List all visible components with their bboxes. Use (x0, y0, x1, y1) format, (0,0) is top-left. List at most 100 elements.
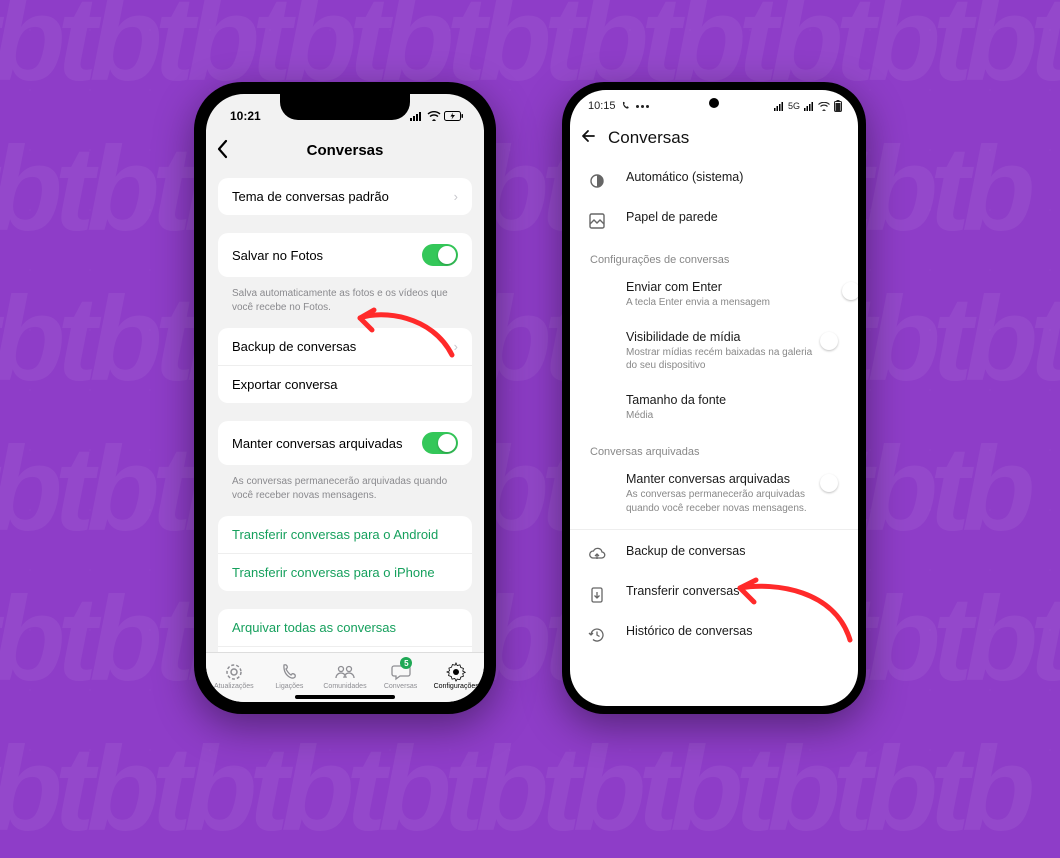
row-auto-mode[interactable]: Automático (sistema) (570, 160, 858, 200)
bg-watermark: tbtbtbtbtbtbtbtbtbtbtbtb (0, 270, 1060, 408)
tab-label: Configurações (434, 683, 479, 690)
wifi-icon (818, 102, 830, 111)
bg-watermark: tbtbtbtbtbtbtbtbtbtbtbtb (0, 120, 1027, 258)
ios-clock: 10:21 (230, 109, 261, 123)
arrow-left-icon (580, 127, 598, 145)
row-desc: As conversas permanecerão arquivadas qua… (626, 488, 820, 515)
tab-updates[interactable]: Atualizações (206, 653, 262, 698)
card-archived: Manter conversas arquivadas (218, 421, 472, 465)
row-enter-send[interactable]: Enviar com Enter A tecla Enter envia a m… (570, 270, 858, 320)
row-export-conversa[interactable]: Exportar conversa (218, 365, 472, 403)
tab-settings[interactable]: Configurações (428, 653, 484, 698)
page-title: Conversas (608, 128, 689, 148)
card-transfer: Transferir conversas para o Android Tran… (218, 516, 472, 591)
row-wallpaper[interactable]: Papel de parede (570, 200, 858, 240)
battery-icon (834, 100, 842, 112)
more-notif-icon (636, 105, 649, 108)
home-indicator (295, 695, 395, 699)
row-value: Média (626, 409, 840, 423)
iphone-screen: 10:21 Conversas Tema de conversas padrão… (206, 94, 484, 702)
wallpaper-icon (588, 212, 606, 230)
transfer-icon (588, 586, 606, 604)
row-transfer-android-row[interactable]: Transferir conversas (570, 574, 858, 614)
bg-watermark: tbtbtbtbtbtbtbtbtbtbtbtb (0, 570, 1060, 708)
network-label: 5G (788, 101, 800, 111)
toggle-save-photos[interactable] (422, 244, 458, 266)
page-title: Conversas (307, 142, 384, 159)
tab-label: Atualizações (214, 683, 254, 690)
row-label: Visibilidade de mídia (626, 330, 820, 344)
row-label: Backup de conversas (232, 339, 356, 354)
bg-watermark: tbtbtbtbtbtbtbtbtbtbtbtb (0, 0, 1060, 108)
row-backup-conversas[interactable]: Backup de conversas › (218, 328, 472, 365)
back-button[interactable] (216, 138, 230, 165)
divider (570, 529, 858, 530)
android-punch-hole (709, 98, 719, 108)
theme-icon (588, 172, 606, 190)
row-default-theme[interactable]: Tema de conversas padrão › (218, 178, 472, 215)
tab-chats[interactable]: Conversas 5 (373, 653, 429, 698)
chevron-right-icon: › (454, 189, 458, 204)
row-media-visibility[interactable]: Visibilidade de mídia Mostrar mídias rec… (570, 320, 858, 383)
tab-calls[interactable]: Ligações (262, 653, 318, 698)
row-label: Enviar com Enter (626, 280, 820, 294)
bg-watermark: tbtbtbtbtbtbtbtbtbtbtbtb (0, 720, 1027, 858)
card-save-photos: Salvar no Fotos (218, 233, 472, 277)
row-archive-all[interactable]: Arquivar todas as conversas (218, 609, 472, 646)
row-label: Papel de parede (626, 210, 840, 224)
communities-icon (334, 662, 356, 682)
chevron-right-icon: › (454, 339, 458, 354)
row-label: Transferir conversas (626, 584, 840, 598)
row-font-size[interactable]: Tamanho da fonte Média (570, 383, 858, 433)
row-label: Tamanho da fonte (626, 393, 840, 407)
card-backup: Backup de conversas › Exportar conversa (218, 328, 472, 403)
cloud-backup-icon (588, 546, 606, 564)
row-label: Manter conversas arquivadas (232, 436, 403, 451)
row-save-photos[interactable]: Salvar no Fotos (218, 233, 472, 277)
row-keep-archived[interactable]: Manter conversas arquivadas (218, 421, 472, 465)
section-header-archived: Conversas arquivadas (570, 432, 858, 462)
row-keep-archived-android[interactable]: Manter conversas arquivadas As conversas… (570, 462, 858, 525)
tab-label: Ligações (275, 683, 303, 690)
android-screen: 10:15 5G Conversas Automático (sistema) (570, 90, 858, 706)
android-navbar: Conversas (570, 116, 858, 160)
row-label: Tema de conversas padrão (232, 189, 389, 204)
toggle-keep-archived[interactable] (422, 432, 458, 454)
gear-icon (446, 662, 466, 682)
row-label: Histórico de conversas (626, 624, 840, 638)
row-backup-android[interactable]: Backup de conversas (570, 534, 858, 574)
android-status-icons: 5G (774, 100, 842, 112)
history-icon (588, 626, 606, 644)
row-label: Exportar conversa (232, 377, 338, 392)
ios-status-icons (410, 111, 464, 121)
card-theme: Tema de conversas padrão › (218, 178, 472, 215)
back-button[interactable] (580, 127, 598, 150)
tab-communities[interactable]: Comunidades (317, 653, 373, 698)
iphone-notch (280, 94, 410, 120)
row-transfer-android[interactable]: Transferir conversas para o Android (218, 516, 472, 553)
row-label: Manter conversas arquivadas (626, 472, 820, 486)
phone-icon (279, 662, 299, 682)
wifi-icon (427, 111, 441, 121)
row-transfer-iphone[interactable]: Transferir conversas para o iPhone (218, 553, 472, 591)
card-danger: Arquivar todas as conversas Limpar todas… (218, 609, 472, 652)
updates-icon (224, 662, 244, 682)
bg-watermark: tbtbtbtbtbtbtbtbtbtbtbtb (0, 420, 1027, 558)
archived-desc: As conversas permanecerão arquivadas qua… (206, 471, 484, 516)
android-body: Automático (sistema) Papel de parede Con… (570, 160, 858, 698)
signal-icon (774, 102, 784, 111)
ios-body: Tema de conversas padrão › Salvar no Fot… (206, 170, 484, 652)
row-label: Automático (sistema) (626, 170, 840, 184)
android-clock: 10:15 (588, 100, 616, 112)
section-header-chat-settings: Configurações de conversas (570, 240, 858, 270)
battery-icon (444, 111, 464, 121)
android-frame: 10:15 5G Conversas Automático (sistema) (562, 82, 866, 714)
tab-label: Comunidades (323, 683, 366, 690)
row-history[interactable]: Histórico de conversas (570, 614, 858, 654)
signal-icon (804, 102, 814, 111)
row-label: Backup de conversas (626, 544, 840, 558)
row-label: Salvar no Fotos (232, 248, 323, 263)
row-desc: A tecla Enter envia a mensagem (626, 296, 820, 310)
tab-label: Conversas (384, 683, 417, 690)
ios-navbar: Conversas (206, 130, 484, 170)
